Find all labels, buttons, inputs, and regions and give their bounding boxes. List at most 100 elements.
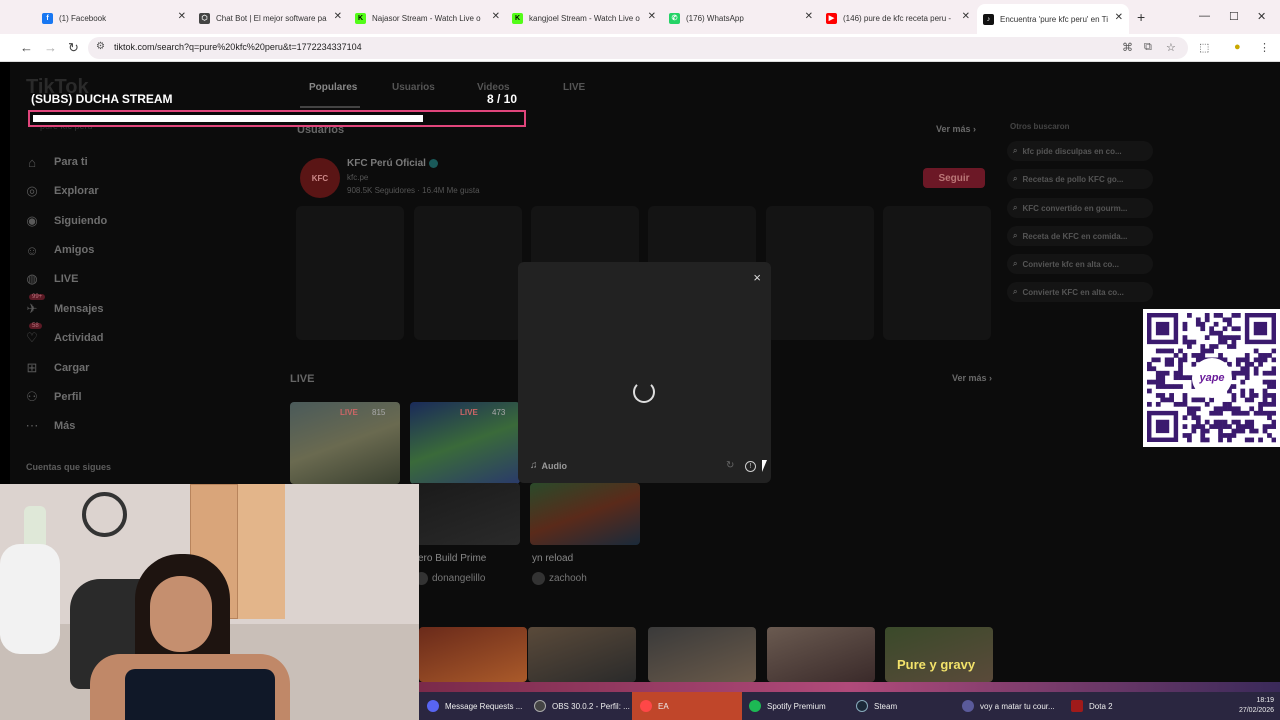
close-tab-icon[interactable]: ✕ — [648, 11, 656, 22]
qr-module — [1169, 393, 1174, 398]
qr-module — [1262, 357, 1268, 363]
refresh-icon[interactable]: ↻ — [726, 460, 734, 471]
video-thumbnail[interactable] — [530, 483, 640, 545]
qr-module — [1151, 357, 1157, 363]
qr-module — [1244, 370, 1250, 376]
close-tab-icon[interactable]: ✕ — [805, 11, 813, 22]
close-tab-icon[interactable]: ✕ — [1115, 12, 1123, 23]
related-search-item[interactable]: ⌕ KFC convertido en gourm... — [1007, 198, 1153, 218]
tab-usuarios[interactable]: Usuarios — [392, 82, 435, 93]
qr-module — [1173, 370, 1179, 376]
sidebar-item-explorar[interactable]: ◎ Explorar — [24, 183, 224, 199]
close-tab-icon[interactable]: ✕ — [962, 11, 970, 22]
close-tab-icon[interactable]: ✕ — [492, 11, 500, 22]
video-placeholder[interactable] — [296, 206, 404, 340]
video-thumbnail[interactable] — [767, 627, 875, 682]
related-search-item[interactable]: ⌕ kfc pide disculpas en co... — [1007, 141, 1153, 161]
address-bar-row: ← → ↻ ⚙ tiktok.com/search?q=pure%20kfc%2… — [0, 34, 1280, 62]
qr-module — [1195, 317, 1201, 323]
taskbar-item-steam[interactable]: Steam — [856, 692, 897, 720]
maximize-icon[interactable]: ☐ — [1229, 10, 1239, 23]
forward-icon[interactable]: → — [44, 40, 57, 55]
sidebar-item-cargar[interactable]: ⊞ Cargar — [24, 360, 224, 376]
taskbar-item-spotify[interactable]: Spotify Premium — [749, 692, 826, 720]
close-window-icon[interactable]: ✕ — [1257, 10, 1266, 23]
taskbar-item-discord[interactable]: Message Requests ... — [427, 692, 522, 720]
browser-tab-facebook[interactable]: f (1) Facebook ✕ — [42, 6, 186, 30]
account-name[interactable]: KFC Perú Oficial — [347, 158, 438, 169]
profile-avatar-icon[interactable]: ● — [1234, 41, 1241, 53]
qr-module — [1231, 406, 1237, 412]
minimize-icon[interactable]: — — [1199, 10, 1210, 22]
follow-button[interactable]: Seguir — [923, 168, 985, 188]
users-see-more-link[interactable]: Ver más › — [936, 124, 976, 134]
system-clock[interactable]: 18:19 27/02/2026 — [1239, 696, 1274, 716]
taskbar-item-obs[interactable]: OBS 30.0.2 - Perfil: ... — [534, 692, 630, 720]
video-user[interactable]: zachooh — [532, 572, 587, 585]
video-placeholder[interactable] — [883, 206, 991, 340]
close-icon[interactable]: × — [753, 270, 761, 285]
close-tab-icon[interactable]: ✕ — [334, 11, 342, 22]
browser-menu-icon[interactable]: ⋮ — [1259, 41, 1270, 54]
sidebar-item-mensajes[interactable]: ✈ 99+ Mensajes — [24, 294, 224, 317]
video-user[interactable]: donangelillo — [415, 572, 485, 585]
related-search-item[interactable]: ⌕ Convierte KFC en alta co... — [1007, 282, 1153, 302]
audio-toggle[interactable]: ♫ Audio — [530, 460, 567, 471]
taskbar-item-dota[interactable]: Dota 2 — [1071, 692, 1113, 720]
url-field[interactable]: ⚙ tiktok.com/search?q=pure%20kfc%20peru&… — [88, 37, 1188, 59]
sidebar-item-mas[interactable]: ⋯ Más — [24, 418, 224, 434]
bookmark-star-icon[interactable]: ☆ — [1166, 41, 1176, 54]
video-thumbnail[interactable] — [419, 627, 527, 682]
qr-module — [1182, 433, 1188, 438]
qr-module — [1147, 401, 1152, 407]
sidebar-item-siguiendo[interactable]: ◉ Siguiendo — [24, 213, 224, 229]
new-tab-icon[interactable]: + — [1137, 9, 1145, 25]
site-info-icon[interactable]: ⚙ — [96, 41, 105, 52]
chatbot-icon: ⬡ — [199, 12, 210, 24]
live-see-more-link[interactable]: Ver más › — [952, 373, 992, 383]
video-title[interactable]: yn reload — [532, 553, 573, 564]
browser-tab-kangjoel[interactable]: K kangjoel Stream - Watch Live o ✕ — [512, 6, 656, 30]
kfc-avatar[interactable]: KFC — [300, 158, 340, 198]
video-placeholder[interactable] — [766, 206, 874, 340]
related-search-item[interactable]: ⌕ Convierte kfc en alta co... — [1007, 254, 1153, 274]
translate-icon[interactable]: ⌘ — [1122, 41, 1133, 54]
related-search-item[interactable]: ⌕ Receta de KFC en comida... — [1007, 226, 1153, 246]
close-tab-icon[interactable]: ✕ — [178, 11, 186, 22]
browser-tab-tiktok[interactable]: ♪ Encuentra 'pure kfc peru' en Ti ✕ — [977, 4, 1129, 34]
qr-module — [1191, 424, 1197, 429]
qr-module — [1222, 326, 1228, 332]
taskbar-item-window[interactable]: voy a matar tu cour... — [962, 692, 1055, 720]
qr-module — [1235, 419, 1241, 425]
tab-live[interactable]: LIVE — [563, 82, 585, 93]
sidebar-item-para-ti[interactable]: ⌂ Para ti — [24, 154, 224, 170]
live-card[interactable]: LIVE 815 — [290, 402, 400, 484]
related-search-item[interactable]: ⌕ Recetas de pollo KFC go... — [1007, 169, 1153, 189]
browser-tab-chatbot[interactable]: ⬡ Chat Bot | El mejor software pa ✕ — [199, 6, 342, 30]
sidebar-item-live[interactable]: ◍ LIVE — [24, 271, 224, 287]
sidebar-item-amigos[interactable]: ☺ Amigos — [24, 242, 224, 258]
tab-populares[interactable]: Populares — [309, 82, 357, 93]
sidebar-item-perfil[interactable]: ⚇ Perfil — [24, 389, 224, 405]
reload-icon[interactable]: ↻ — [68, 40, 79, 56]
info-icon[interactable]: ! — [745, 461, 756, 472]
qr-module — [1169, 361, 1174, 367]
browser-tab-youtube[interactable]: ▶ (146) pure de kfc receta peru - ✕ — [826, 6, 970, 30]
browser-tab-whatsapp[interactable]: ✆ (176) WhatsApp ✕ — [669, 6, 813, 30]
qr-module — [1200, 326, 1206, 332]
video-thumbnail[interactable] — [528, 627, 636, 682]
video-placeholder[interactable] — [414, 206, 522, 340]
extensions-icon[interactable]: ⬚ — [1199, 41, 1209, 54]
video-title[interactable]: ero Build Prime — [418, 553, 486, 564]
qr-module — [1253, 370, 1259, 376]
video-thumbnail[interactable] — [410, 483, 520, 545]
sidebar-item-actividad[interactable]: ♡ 58 Actividad — [24, 323, 224, 346]
back-icon[interactable]: ← — [20, 40, 33, 55]
browser-tab-najasor[interactable]: K Najasor Stream - Watch Live o ✕ — [355, 6, 500, 30]
video-thumbnail[interactable] — [648, 627, 756, 682]
cast-icon[interactable]: ⧉ — [1144, 41, 1152, 54]
live-card[interactable]: LIVE 473 — [410, 402, 520, 484]
taskbar-item-ea[interactable]: EA — [632, 692, 742, 720]
qr-module — [1271, 401, 1277, 407]
video-thumbnail[interactable]: Pure y gravy — [885, 627, 993, 682]
